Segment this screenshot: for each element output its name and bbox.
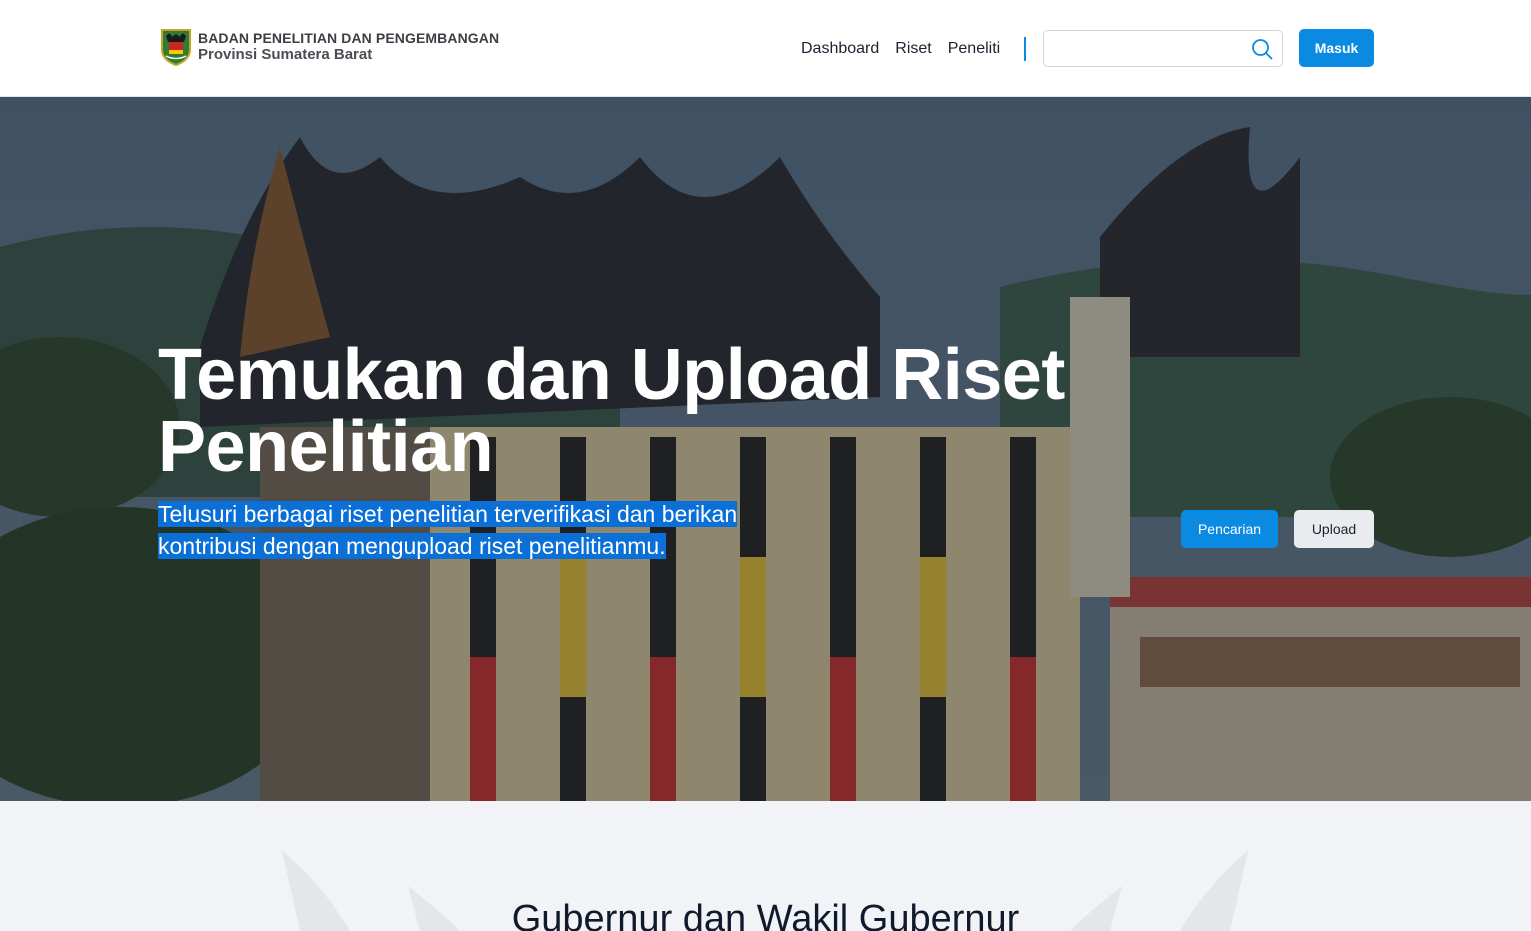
hero-subtitle-line2: kontribusi dengan mengupload riset penel… [158,533,666,559]
hero-subtitle: Telusuri berbagai riset penelitian terve… [158,498,778,562]
search-input[interactable] [1052,37,1248,61]
section-title: Gubernur dan Wakil Gubernur [511,898,1020,931]
brand-region: Provinsi Sumatera Barat [198,46,373,64]
nav-peneliti[interactable]: Peneliti [948,40,1000,58]
hero-subtitle-line1: Telusuri berbagai riset penelitian terve… [158,501,738,527]
search-box[interactable] [1043,30,1283,67]
login-button[interactable]: Masuk [1299,29,1374,67]
hero-title-line2: Penelitian [158,407,494,487]
search-icon[interactable] [1251,38,1273,60]
site-header: BADAN PENELITIAN DAN PENGEMBANGAN Provin… [0,0,1531,97]
main-nav: Dashboard Riset Peneliti [801,37,1027,61]
nav-dashboard[interactable]: Dashboard [801,40,879,58]
upload-button[interactable]: Upload [1294,510,1374,548]
hero-title: Temukan dan Upload Riset Penelitian [158,339,1118,483]
provincial-emblem-icon [161,29,191,66]
brand-name: BADAN PENELITIAN DAN PENGEMBANGAN [198,29,500,46]
nav-divider [1024,37,1027,61]
governor-section: Gubernur dan Wakil Gubernur [0,801,1531,931]
brand[interactable]: BADAN PENELITIAN DAN PENGEMBANGAN Provin… [160,28,499,66]
hero-banner: Temukan dan Upload Riset Penelitian Telu… [0,97,1531,801]
search-button[interactable]: Pencarian [1181,510,1278,548]
hero-title-line1: Temukan dan Upload Riset [158,335,1065,415]
nav-riset[interactable]: Riset [895,40,931,58]
